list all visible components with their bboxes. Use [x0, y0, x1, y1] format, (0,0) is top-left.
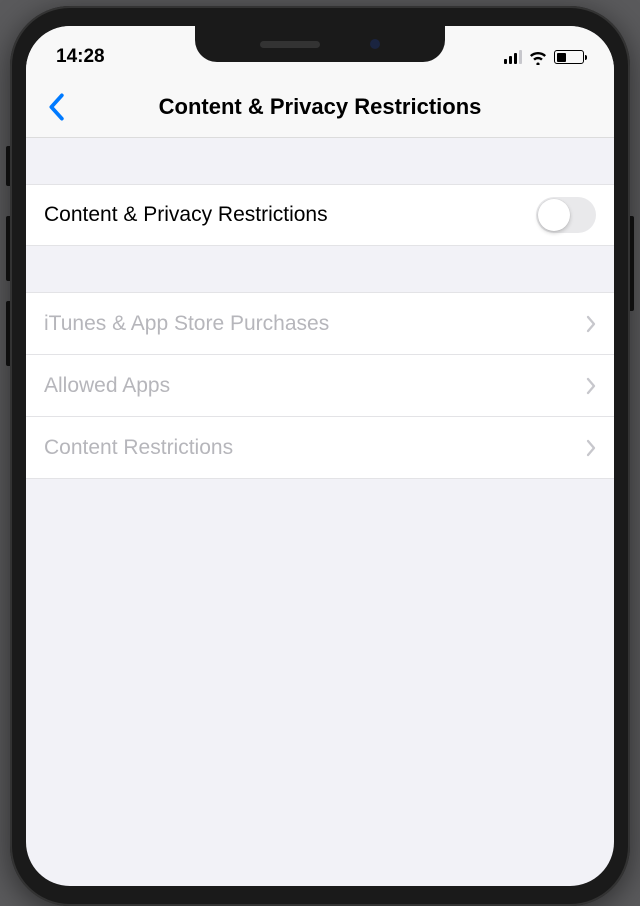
nav-bar: Content & Privacy Restrictions [26, 76, 614, 138]
phone-frame: 14:28 [10, 6, 630, 906]
row-allowed-apps[interactable]: Allowed Apps [26, 355, 614, 417]
row-label: iTunes & App Store Purchases [44, 312, 329, 336]
settings-group: iTunes & App Store Purchases Allowed App… [26, 292, 614, 479]
row-label: Allowed Apps [44, 374, 170, 398]
hardware-button [630, 216, 634, 311]
toggle-label: Content & Privacy Restrictions [44, 203, 328, 227]
hardware-button [6, 146, 10, 186]
toggle-row-restrictions[interactable]: Content & Privacy Restrictions [26, 184, 614, 246]
chevron-left-icon [47, 93, 65, 121]
chevron-right-icon [586, 377, 596, 395]
wifi-icon [528, 49, 548, 65]
content: Content & Privacy Restrictions iTunes & … [26, 138, 614, 479]
section-spacer [26, 138, 614, 184]
notch [195, 26, 445, 62]
chevron-right-icon [586, 439, 596, 457]
screen: 14:28 [26, 26, 614, 886]
battery-icon [554, 50, 584, 64]
status-time: 14:28 [56, 46, 105, 68]
hardware-button [6, 216, 10, 281]
row-content-restrictions[interactable]: Content Restrictions [26, 417, 614, 479]
camera [370, 39, 380, 49]
toggle-knob [538, 199, 570, 231]
status-icons [504, 49, 585, 65]
row-itunes-purchases[interactable]: iTunes & App Store Purchases [26, 293, 614, 355]
back-button[interactable] [40, 91, 72, 123]
toggle-switch[interactable] [536, 197, 596, 233]
row-label: Content Restrictions [44, 436, 233, 460]
chevron-right-icon [586, 315, 596, 333]
page-title: Content & Privacy Restrictions [26, 94, 614, 120]
speaker [260, 41, 320, 48]
section-spacer [26, 246, 614, 292]
signal-icon [504, 50, 523, 64]
hardware-button [6, 301, 10, 366]
